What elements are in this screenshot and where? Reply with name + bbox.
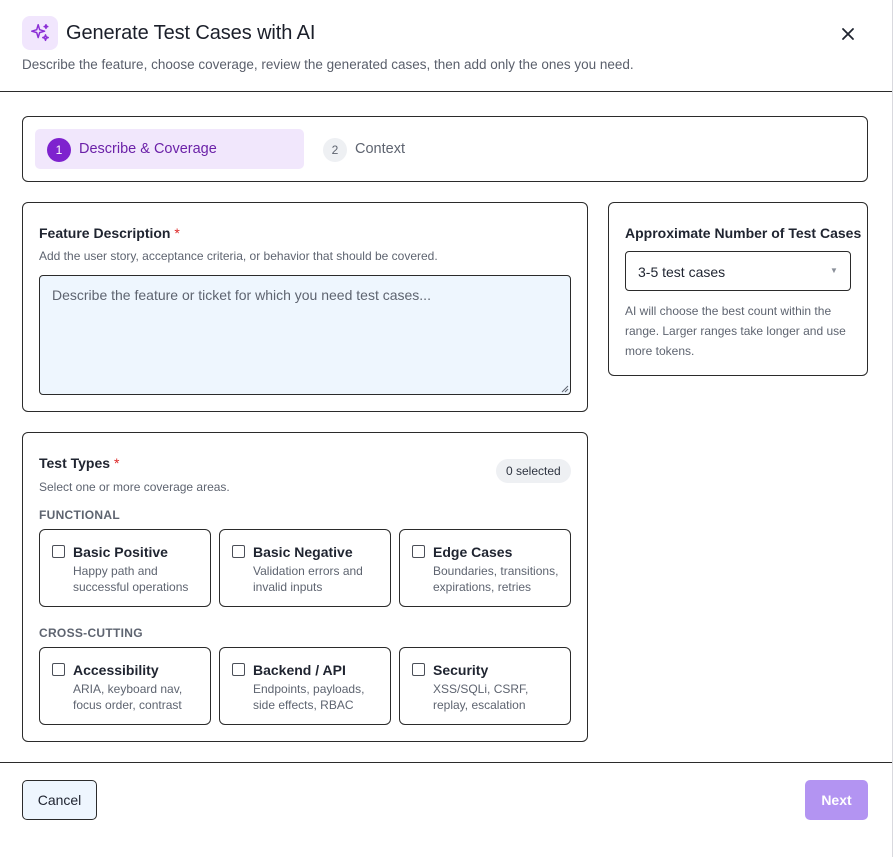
option-security[interactable]: Security XSS/SQLi, CSRF, replay, escalat… xyxy=(399,647,571,725)
chevron-down-icon: ▼ xyxy=(830,266,838,275)
checkbox[interactable] xyxy=(412,663,425,676)
test-case-count-select[interactable]: 3-5 test cases ▼ xyxy=(625,251,851,291)
section-functional: FUNCTIONAL xyxy=(39,508,120,522)
checkbox[interactable] xyxy=(232,663,245,676)
option-description: Boundaries, transitions, expirations, re… xyxy=(433,564,559,594)
cancel-button[interactable]: Cancel xyxy=(22,780,97,820)
option-description: XSS/SQLi, CSRF, replay, escalation xyxy=(433,682,529,712)
step-context-label[interactable]: Context xyxy=(355,141,405,157)
option-title: Security xyxy=(433,662,489,678)
feature-description-label: Feature Description * xyxy=(39,225,180,241)
option-description: Validation errors and invalid inputs xyxy=(253,564,363,594)
dialog-header: Generate Test Cases with AI Describe the… xyxy=(0,0,892,92)
test-types-hint: Select one or more coverage areas. xyxy=(39,480,230,494)
test-case-count-label: Approximate Number of Test Cases xyxy=(625,225,862,241)
step-context-number[interactable]: 2 xyxy=(323,138,347,162)
close-icon xyxy=(842,28,854,40)
option-title: Basic Positive xyxy=(73,544,168,560)
option-title: Basic Negative xyxy=(253,544,353,560)
test-types-label: Test Types * xyxy=(39,455,120,471)
wizard-stepper: 1 Describe & Coverage 2 Context xyxy=(22,116,868,182)
test-case-count-hint: AI will choose the best count within the… xyxy=(625,304,846,358)
next-button[interactable]: Next xyxy=(805,780,868,820)
close-button[interactable] xyxy=(836,22,860,46)
checkbox[interactable] xyxy=(232,545,245,558)
option-backend-api[interactable]: Backend / API Endpoints, payloads, side … xyxy=(219,647,391,725)
checkbox[interactable] xyxy=(412,545,425,558)
generate-test-cases-dialog: Generate Test Cases with AI Describe the… xyxy=(0,0,893,857)
option-description: ARIA, keyboard nav, focus order, contras… xyxy=(73,682,183,712)
option-title: Backend / API xyxy=(253,662,346,678)
section-cross-cutting: CROSS-CUTTING xyxy=(39,626,143,640)
step-number: 1 xyxy=(47,138,71,162)
step-label: Describe & Coverage xyxy=(79,141,217,157)
feature-description-input[interactable] xyxy=(39,275,571,395)
test-types-card: Test Types * Select one or more coverage… xyxy=(22,432,588,742)
option-description: Endpoints, payloads, side effects, RBAC xyxy=(253,682,365,712)
checkbox[interactable] xyxy=(52,545,65,558)
option-accessibility[interactable]: Accessibility ARIA, keyboard nav, focus … xyxy=(39,647,211,725)
required-mark: * xyxy=(174,225,180,241)
step-describe-coverage[interactable]: 1 Describe & Coverage xyxy=(35,129,304,169)
dialog-subtitle: Describe the feature, choose coverage, r… xyxy=(22,57,634,72)
option-basic-positive[interactable]: Basic Positive Happy path and successful… xyxy=(39,529,211,607)
feature-description-hint: Add the user story, acceptance criteria,… xyxy=(39,249,438,263)
test-case-count-card: Approximate Number of Test Cases 3-5 tes… xyxy=(608,202,868,376)
sparkles-icon xyxy=(22,16,58,50)
resize-handle-icon[interactable] xyxy=(559,383,569,393)
option-title: Edge Cases xyxy=(433,544,513,560)
dialog-footer: Cancel Next xyxy=(0,762,892,857)
required-mark: * xyxy=(113,455,120,471)
selected-count-badge: 0 selected xyxy=(496,459,571,483)
feature-description-card: Feature Description * Add the user story… xyxy=(22,202,588,412)
select-value: 3-5 test cases xyxy=(638,264,726,280)
option-basic-negative[interactable]: Basic Negative Validation errors and inv… xyxy=(219,529,391,607)
option-edge-cases[interactable]: Edge Cases Boundaries, transitions, expi… xyxy=(399,529,571,607)
checkbox[interactable] xyxy=(52,663,65,676)
option-title: Accessibility xyxy=(73,662,159,678)
dialog-title: Generate Test Cases with AI xyxy=(66,22,316,44)
option-description: Happy path and successful operations xyxy=(73,564,189,594)
